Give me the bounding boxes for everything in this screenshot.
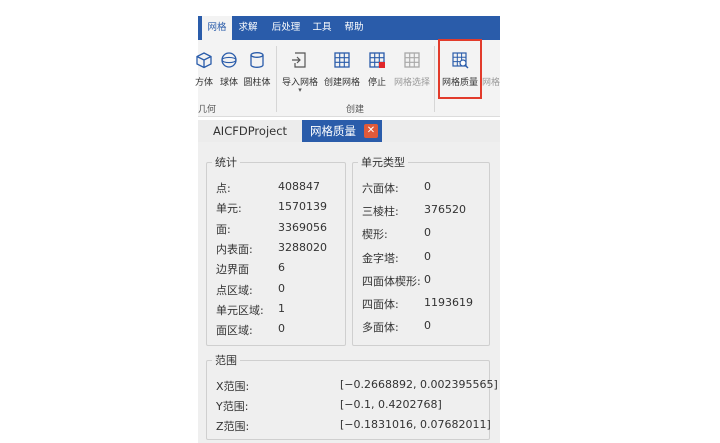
mesh-select-label: 网格选择 <box>393 78 430 88</box>
menu-item-mesh[interactable]: 网格 <box>202 16 232 40</box>
stop-mesh-button[interactable]: 停止 <box>362 40 392 100</box>
cell-type-value: 0 <box>424 226 431 240</box>
stat-label: 单元: <box>216 202 242 216</box>
menu-item-tools[interactable]: 工具 <box>308 16 336 40</box>
cell-type-label: 四面体: <box>362 298 399 311</box>
group-separator <box>276 46 277 112</box>
mesh-select-button[interactable]: 网格选择 <box>392 40 432 100</box>
tab-label: AICFDProject <box>212 124 288 138</box>
cylinder-button[interactable]: 圆柱体 <box>242 40 272 100</box>
stat-value: 408847 <box>278 180 320 193</box>
create-mesh-button[interactable]: 创建网格 <box>322 40 362 100</box>
cell-type-label: 金字塔: <box>362 251 399 265</box>
cube-button[interactable]: 方体 <box>190 40 218 100</box>
mesh-select-icon <box>404 52 420 68</box>
cell-type-value: 0 <box>424 272 431 286</box>
group-label-create: 创建 <box>346 105 365 115</box>
mesh-quality-panel: 统计 点: 408847 单元: 1570139 面: 3369056 内表面: 328802… <box>198 142 500 443</box>
highlight-box <box>438 39 482 99</box>
import-mesh-button[interactable]: 导入网格 ▾ <box>280 40 320 100</box>
cube-label: 方体 <box>194 78 213 88</box>
stat-label: 面: <box>216 222 231 236</box>
create-mesh-label: 创建网格 <box>323 78 360 88</box>
stop-mesh-label: 停止 <box>367 78 386 88</box>
menu-item-solve[interactable]: 求解 <box>234 16 262 40</box>
stat-label: 点区域: <box>216 283 253 297</box>
stat-label: 内表面: <box>216 242 253 256</box>
stat-value: 3369056 <box>278 220 327 234</box>
range-value: [−0.2668892, 0.002395565] <box>340 378 498 391</box>
cell-type-label: 多面体: <box>362 321 399 335</box>
stop-mesh-icon <box>369 52 385 68</box>
cell-type-value: 1193619 <box>424 296 473 309</box>
cell-type-label: 三棱柱: <box>362 205 399 219</box>
cut-off-ribbon-button[interactable]: 网格 <box>482 40 506 100</box>
range-value: [−0.1, 0.4202768] <box>340 398 442 411</box>
sphere-button[interactable]: 球体 <box>216 40 242 100</box>
cell-type-label: 四面体楔形: <box>362 274 421 288</box>
sphere-icon <box>221 52 237 68</box>
cell-type-value: 376520 <box>424 203 466 217</box>
stat-label: 面区域: <box>216 324 253 338</box>
stat-value: 1570139 <box>278 200 327 214</box>
tab-aicfd-project[interactable]: AICFDProject <box>198 120 302 142</box>
range-value: [−0.1831016, 0.07682011] <box>340 418 491 431</box>
stats-title: 统计 <box>215 156 237 169</box>
stat-value: 1 <box>278 301 285 315</box>
range-title: 范围 <box>215 354 237 367</box>
menu-bar: 网格 求解 后处理 工具 帮助 <box>198 16 500 40</box>
cell-type-label: 六面体: <box>362 182 399 195</box>
stat-label: 点: <box>216 182 231 195</box>
menu-item-help[interactable]: 帮助 <box>340 16 368 40</box>
close-icon[interactable]: ✕ <box>364 124 378 138</box>
cell-type-label: 楔形: <box>362 228 388 242</box>
range-label: Y范围: <box>216 400 249 413</box>
cell-type-value: 0 <box>424 180 431 193</box>
group-label-geometry: 几何 <box>198 105 217 115</box>
group-separator <box>434 46 435 112</box>
sphere-label: 球体 <box>219 78 238 88</box>
cylinder-label: 圆柱体 <box>243 78 271 88</box>
cell-type-value: 0 <box>424 319 431 333</box>
cell-type-value: 0 <box>424 249 431 263</box>
create-mesh-icon <box>334 52 350 68</box>
stat-label: 边界面 <box>216 263 249 277</box>
range-label: Z范围: <box>216 420 250 433</box>
document-tabs: AICFDProject 网格质量 ✕ <box>198 120 500 142</box>
cube-icon <box>196 52 212 69</box>
range-label: X范围: <box>216 380 250 393</box>
menu-item-postprocess[interactable]: 后处理 <box>266 16 306 40</box>
tab-mesh-quality[interactable]: 网格质量 ✕ <box>302 120 382 142</box>
stat-value: 0 <box>278 322 285 336</box>
dropdown-arrow-icon[interactable]: ▾ <box>280 86 320 94</box>
cut-off-ribbon-label: 网格 <box>482 78 501 88</box>
stat-label: 单元区域: <box>216 303 264 317</box>
tab-label: 网格质量 <box>310 124 356 138</box>
stat-value: 3288020 <box>278 240 327 254</box>
cell-types-title: 单元类型 <box>361 156 405 169</box>
cylinder-icon <box>250 52 264 68</box>
stat-value: 0 <box>278 281 285 295</box>
stat-value: 6 <box>278 261 285 275</box>
import-mesh-icon <box>292 52 306 68</box>
